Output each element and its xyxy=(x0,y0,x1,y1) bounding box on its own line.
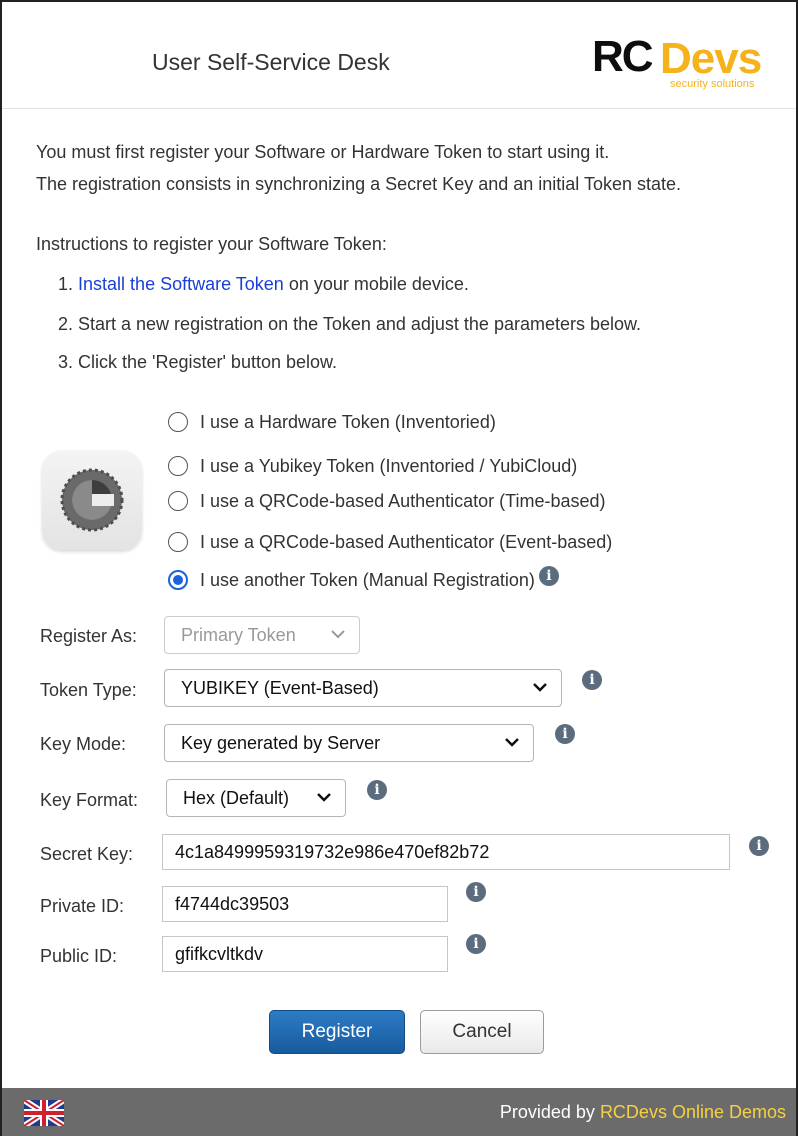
chevron-down-icon xyxy=(317,793,331,802)
page-title: User Self-Service Desk xyxy=(152,49,390,75)
private-id-info-icon[interactable]: i xyxy=(466,882,486,902)
register-as-select[interactable]: Primary Token xyxy=(164,616,360,654)
page-frame: User Self-Service Desk RC Devs security … xyxy=(0,0,798,1136)
key-format-value: Hex (Default) xyxy=(183,787,290,808)
radio-qrcode-event[interactable] xyxy=(168,532,188,552)
token-type-value: YUBIKEY (Event-Based) xyxy=(181,677,379,698)
option-label: I use a QRCode-based Authenticator (Time… xyxy=(200,490,606,511)
secret-key-info-icon[interactable]: i xyxy=(749,836,769,856)
token-type-info-icon[interactable]: i xyxy=(582,670,602,690)
key-format-info-icon[interactable]: i xyxy=(367,780,387,800)
rcdevs-demos-link[interactable]: RCDevs Online Demos xyxy=(600,1102,786,1122)
logo-devs-text: Devs xyxy=(660,34,762,83)
public-id-label: Public ID: xyxy=(40,946,118,966)
step-1-number: 1. xyxy=(58,274,74,294)
key-mode-label: Key Mode: xyxy=(40,734,127,754)
footer-provided-by: Provided by RCDevs Online Demos xyxy=(500,1102,786,1123)
option-label: I use a Hardware Token (Inventoried) xyxy=(200,411,496,432)
key-mode-select[interactable]: Key generated by Server xyxy=(164,724,534,762)
register-button[interactable]: Register xyxy=(269,1010,405,1054)
step-1-rest: on your mobile device. xyxy=(283,274,469,294)
option-label: I use a Yubikey Token (Inventoried / Yub… xyxy=(200,455,578,476)
instruction-step-1: 1. Install the Software Token on your mo… xyxy=(58,274,469,295)
radio-manual-registration[interactable] xyxy=(168,570,188,590)
chevron-down-icon xyxy=(505,738,519,747)
cancel-button[interactable]: Cancel xyxy=(420,1010,544,1054)
radio-yubikey-token[interactable] xyxy=(168,456,188,476)
provided-by-text: Provided by xyxy=(499,1102,600,1122)
uk-flag-icon[interactable] xyxy=(24,1100,64,1126)
logo-rc-text: RC xyxy=(592,32,654,81)
footer: Provided by RCDevs Online Demos xyxy=(2,1088,796,1136)
radio-hardware-token[interactable] xyxy=(168,412,188,432)
public-id-input[interactable]: gfifkcvltkdv xyxy=(162,936,448,972)
info-icon[interactable]: i xyxy=(538,566,559,586)
option-label: I use another Token (Manual Registration… xyxy=(200,569,535,590)
chevron-down-icon xyxy=(331,630,345,639)
key-format-label: Key Format: xyxy=(40,790,139,810)
logo-tagline: security solutions xyxy=(670,78,755,90)
option-yubikey-token[interactable]: I use a Yubikey Token (Inventoried / Yub… xyxy=(168,452,577,480)
instructions-heading: Instructions to register your Software T… xyxy=(36,234,387,254)
authenticator-logo-icon xyxy=(60,468,124,532)
option-qrcode-event[interactable]: I use a QRCode-based Authenticator (Even… xyxy=(168,528,612,556)
radio-qrcode-time[interactable] xyxy=(168,491,188,511)
key-mode-info-icon[interactable]: i xyxy=(555,724,575,744)
token-type-select[interactable]: YUBIKEY (Event-Based) xyxy=(164,669,562,707)
option-qrcode-time[interactable]: I use a QRCode-based Authenticator (Time… xyxy=(168,487,606,515)
secret-key-label: Secret Key: xyxy=(40,844,134,864)
instruction-step-2: 2. Start a new registration on the Token… xyxy=(58,314,642,334)
register-as-label: Register As: xyxy=(40,626,138,646)
intro-line-1: You must first register your Software or… xyxy=(36,142,610,162)
private-id-label: Private ID: xyxy=(40,896,125,916)
option-label: I use a QRCode-based Authenticator (Even… xyxy=(200,531,613,552)
install-software-token-link[interactable]: Install the Software Token xyxy=(78,274,284,294)
token-type-label: Token Type: xyxy=(40,680,137,700)
key-mode-value: Key generated by Server xyxy=(181,732,381,753)
intro-line-2: The registration consists in synchronizi… xyxy=(36,174,682,194)
private-id-input[interactable]: f4744dc39503 xyxy=(162,886,448,922)
authenticator-app-icon xyxy=(42,450,142,550)
instruction-step-3: 3. Click the 'Register' button below. xyxy=(58,352,338,372)
header: User Self-Service Desk RC Devs security … xyxy=(2,2,796,109)
key-format-select[interactable]: Hex (Default) xyxy=(166,779,346,817)
chevron-down-icon xyxy=(533,683,547,692)
register-as-value: Primary Token xyxy=(181,624,296,645)
secret-key-input[interactable]: 4c1a8499959319732e986e470ef82b72 xyxy=(162,834,730,870)
public-id-info-icon[interactable]: i xyxy=(466,934,486,954)
option-hardware-token[interactable]: I use a Hardware Token (Inventoried) xyxy=(168,408,496,436)
rcdevs-logo: RC Devs security solutions xyxy=(592,32,784,96)
option-manual-registration[interactable]: I use another Token (Manual Registration… xyxy=(168,566,559,594)
